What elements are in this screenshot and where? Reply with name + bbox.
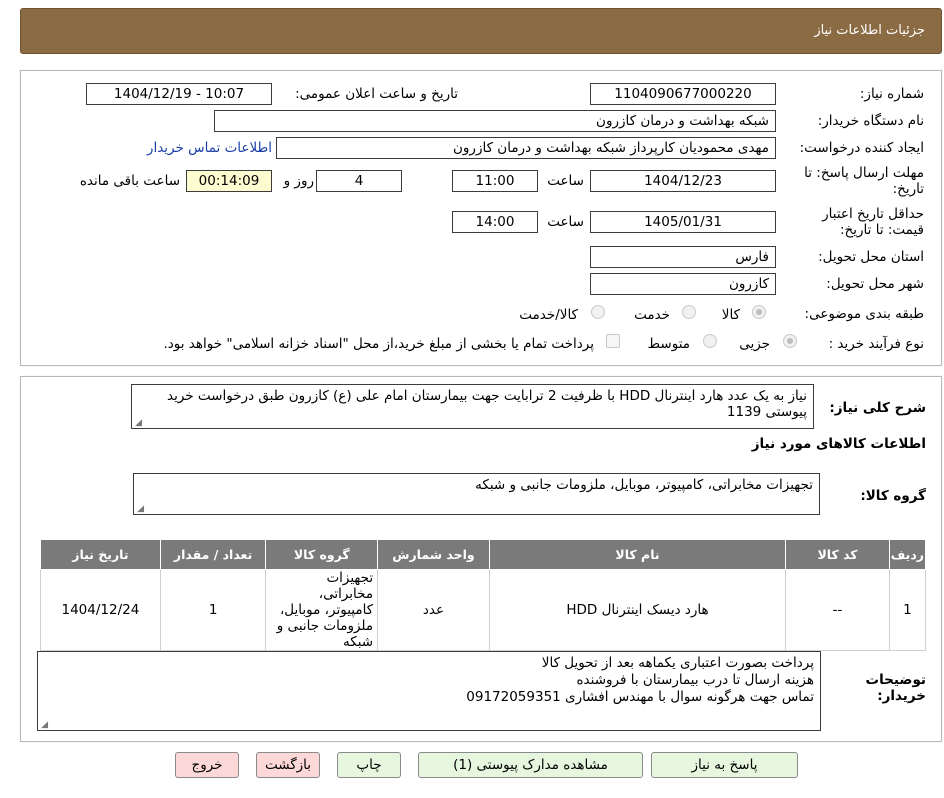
buyer-org-label: نام دستگاه خریدار: xyxy=(817,113,924,129)
summary-textarea[interactable]: نیاز به یک عدد هارد اینترنال HDD با ظرفی… xyxy=(131,384,814,429)
goods-group-text: تجهیزات مخابراتی، کامپیوتر، موبایل، ملزو… xyxy=(475,477,813,493)
table-header-row: ردیف کد کالا نام کالا واحد شمارش گروه کا… xyxy=(40,539,927,570)
col-code-header: کد کالا xyxy=(785,539,890,570)
requester-field[interactable]: مهدی محمودیان کارپرداز شبکه بهداشت و درم… xyxy=(276,137,776,159)
payment-note: پرداخت تمام یا بخشی از مبلغ خرید،از محل … xyxy=(163,336,594,352)
province-field[interactable]: فارس xyxy=(590,246,776,268)
reply-button[interactable]: پاسخ به نیاز xyxy=(651,752,798,778)
city-field[interactable]: کازرون xyxy=(590,273,776,295)
reply-deadline-label: مهلت ارسال پاسخ: تا تاریخ: xyxy=(804,165,924,197)
category-label: طبقه بندی موضوعی: xyxy=(804,306,924,322)
table-row: 1 -- هارد دیسک اینترنال HDD عدد تجهیزات … xyxy=(40,569,927,651)
process-label: نوع فرآیند خرید : xyxy=(828,336,924,352)
goods-info-title: اطلاعات کالاهای مورد نیاز xyxy=(751,436,926,452)
summary-text: نیاز به یک عدد هارد اینترنال HDD با ظرفی… xyxy=(166,388,807,420)
goods-group-label: گروه کالا: xyxy=(860,488,926,504)
treasury-checkbox[interactable] xyxy=(606,334,620,348)
process-option-partial: جزیی xyxy=(739,336,770,352)
summary-label: شرح کلی نیاز: xyxy=(829,400,926,416)
process-radio-medium[interactable] xyxy=(703,334,717,348)
reply-time-field[interactable]: 11:00 xyxy=(452,170,538,192)
exit-button[interactable]: خروج xyxy=(175,752,239,778)
validity-time-field[interactable]: 14:00 xyxy=(452,211,538,233)
cell-row: 1 xyxy=(888,569,927,651)
resize-handle-icon[interactable]: ◢ xyxy=(136,505,144,514)
buyer-notes-textarea[interactable]: پرداخت بصورت اعتباری یکماهه بعد از تحویل… xyxy=(37,651,821,731)
col-qty-header: تعداد / مقدار xyxy=(159,539,267,570)
contact-buyer-link[interactable]: اطلاعات تماس خریدار xyxy=(147,140,272,156)
buyer-notes-label: توضیحات خریدار: xyxy=(865,672,926,704)
buyer-org-field[interactable]: شبکه بهداشت و درمان کازرون xyxy=(214,110,776,132)
cell-date: 1404/12/24 xyxy=(40,569,161,651)
cell-group: تجهیزات مخابراتی، کامپیوتر، موبایل، ملزو… xyxy=(265,569,379,651)
resize-handle-icon[interactable]: ◢ xyxy=(40,721,48,730)
buyer-note-line: هزینه ارسال تا درب بیمارستان با فروشنده xyxy=(576,672,814,688)
col-unit-header: واحد شمارش xyxy=(377,539,490,570)
attachments-button[interactable]: مشاهده مدارک پیوستی (1) xyxy=(418,752,643,778)
need-number-field[interactable]: 1104090677000220 xyxy=(590,83,776,105)
cell-name: هارد دیسک اینترنال HDD xyxy=(488,569,787,651)
col-name-header: نام کالا xyxy=(488,539,787,570)
announce-field[interactable]: 1404/12/19 - 10:07 xyxy=(86,83,272,105)
process-option-medium: متوسط xyxy=(647,336,690,352)
buyer-note-line: پرداخت بصورت اعتباری یکماهه بعد از تحویل… xyxy=(541,655,814,671)
cell-unit: عدد xyxy=(377,569,490,651)
validity-date-field[interactable]: 1405/01/31 xyxy=(590,211,776,233)
days-field[interactable]: 4 xyxy=(316,170,402,192)
col-group-header: گروه کالا xyxy=(265,539,379,570)
reply-time-label: ساعت xyxy=(547,173,584,189)
goods-table: ردیف کد کالا نام کالا واحد شمارش گروه کا… xyxy=(40,539,927,651)
goods-group-textarea[interactable]: تجهیزات مخابراتی، کامپیوتر، موبایل، ملزو… xyxy=(133,473,820,515)
back-button[interactable]: بازگشت xyxy=(256,752,320,778)
category-radio-goods[interactable] xyxy=(752,305,766,319)
remaining-label: ساعت باقی مانده xyxy=(79,173,180,189)
reply-date-field[interactable]: 1404/12/23 xyxy=(590,170,776,192)
cell-qty: 1 xyxy=(159,569,267,651)
price-validity-label: حداقل تاریخ اعتبار قیمت: تا تاریخ: xyxy=(822,206,924,238)
col-row-header: ردیف xyxy=(888,539,927,570)
process-radio-partial[interactable] xyxy=(783,334,797,348)
resize-handle-icon[interactable]: ◢ xyxy=(134,419,142,428)
announce-label: تاریخ و ساعت اعلان عمومی: xyxy=(295,86,458,102)
page-header: جزئیات اطلاعات نیاز xyxy=(20,8,942,54)
validity-time-label: ساعت xyxy=(547,214,584,230)
category-option-goods-service: کالا/خدمت xyxy=(519,307,578,323)
category-radio-goods-service[interactable] xyxy=(591,305,605,319)
city-label: شهر محل تحویل: xyxy=(826,276,924,292)
province-label: استان محل تحویل: xyxy=(818,249,924,265)
days-label: روز و xyxy=(283,173,314,189)
requester-label: ایجاد کننده درخواست: xyxy=(799,140,924,156)
category-option-goods: کالا xyxy=(721,307,740,323)
buyer-note-line: تماس جهت هرگونه سوال با مهندس افشاری 091… xyxy=(466,689,814,705)
print-button[interactable]: چاپ xyxy=(337,752,401,778)
page-title: جزئیات اطلاعات نیاز xyxy=(814,23,925,38)
remaining-time-field: 00:14:09 xyxy=(186,170,272,192)
col-date-header: تاریخ نیاز xyxy=(40,539,161,570)
category-radio-service[interactable] xyxy=(682,305,696,319)
need-number-label: شماره نیاز: xyxy=(859,86,924,102)
category-option-service: خدمت xyxy=(634,307,670,323)
cell-code: -- xyxy=(785,569,890,651)
